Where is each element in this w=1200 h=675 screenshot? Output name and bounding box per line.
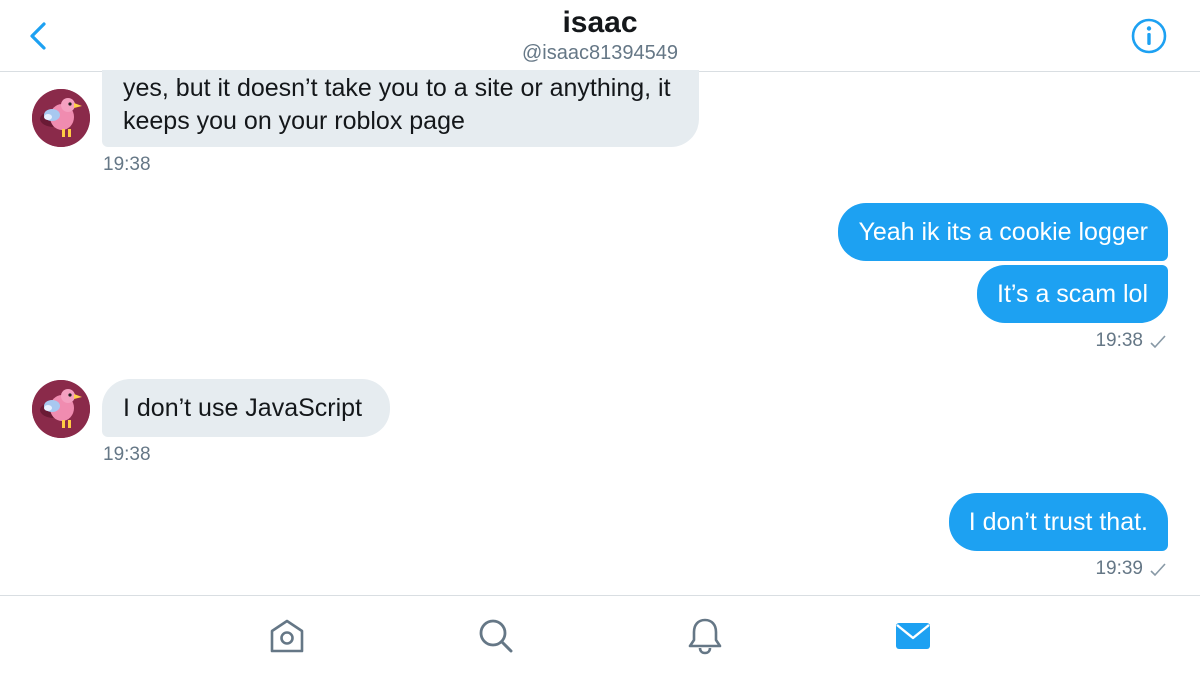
message-text-line: yes, but it doesn’t take you to a site o… (123, 74, 671, 102)
avatar[interactable] (32, 380, 90, 438)
message-text-line: keeps you on your roblox page (123, 107, 465, 135)
home-icon (270, 619, 304, 653)
message-timestamp: 19:39 (1095, 558, 1143, 579)
message-bubble-outgoing[interactable]: Yeah ik its a cookie logger (838, 203, 1168, 261)
conversation-handle[interactable]: @isaac81394549 (0, 42, 1200, 65)
message-bubble-incoming[interactable]: I don’t use JavaScript (102, 379, 391, 437)
delivered-check-icon (1150, 563, 1166, 577)
message-timestamp: 19:38 (1095, 330, 1143, 351)
message-bubble-incoming[interactable]: yes, but it doesn’t take you to a site o… (102, 70, 699, 147)
tab-messages[interactable] (893, 616, 933, 656)
tab-search[interactable] (476, 616, 516, 656)
message-bubble-outgoing[interactable]: I don’t trust that. (948, 493, 1168, 551)
message-timestamp: 19:38 (103, 444, 151, 465)
tab-notifications[interactable] (685, 616, 725, 656)
delivered-check-icon (1150, 335, 1166, 349)
info-button[interactable] (1130, 17, 1168, 55)
info-circle-icon (1131, 18, 1167, 54)
conversation-title[interactable]: isaac (0, 6, 1200, 40)
search-icon (479, 619, 513, 653)
avatar-bird-image (32, 380, 90, 438)
tab-home[interactable] (267, 616, 307, 656)
avatar-bird-image (32, 89, 90, 147)
envelope-icon (896, 623, 930, 649)
bell-icon (688, 618, 722, 655)
message-bubble-outgoing[interactable]: It’s a scam lol (977, 265, 1168, 323)
avatar[interactable] (32, 89, 90, 147)
conversation-header: isaac @isaac81394549 (0, 0, 1200, 72)
message-timestamp: 19:38 (103, 154, 151, 175)
bottom-tab-bar (0, 595, 1200, 675)
